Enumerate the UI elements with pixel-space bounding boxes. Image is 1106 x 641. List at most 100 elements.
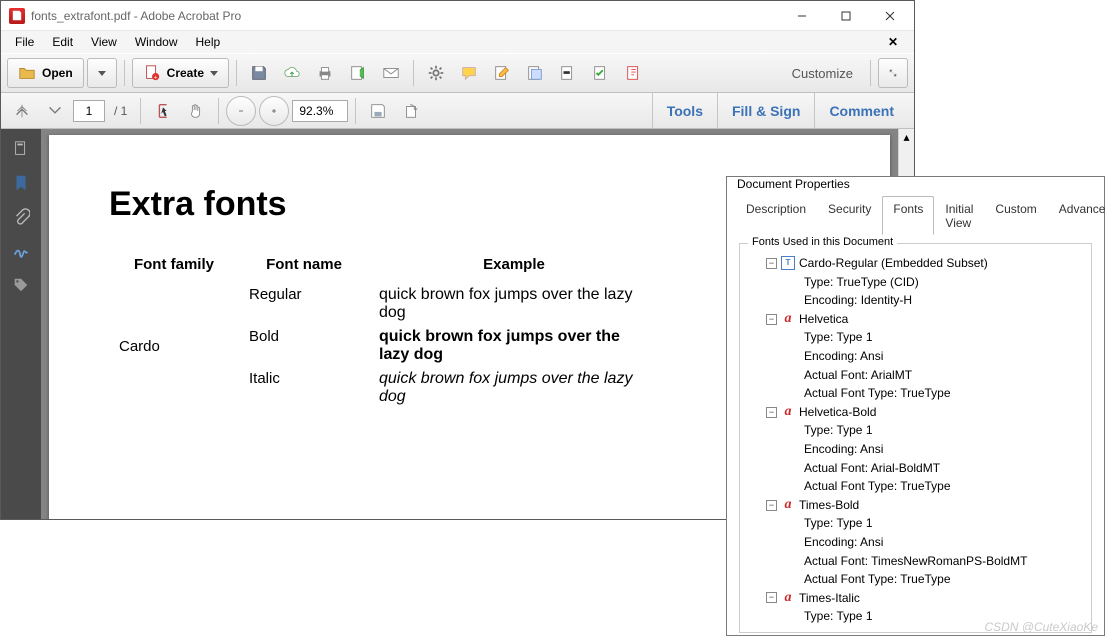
open-recent-dropdown[interactable] — [87, 58, 117, 88]
font-node[interactable]: −a Helvetica — [746, 310, 1085, 329]
save-icon[interactable] — [244, 58, 274, 88]
bookmark-icon[interactable] — [11, 173, 31, 193]
cell-example: quick brown fox jumps over the lazy dog — [369, 283, 659, 325]
font-node[interactable]: −TCardo-Regular (Embedded Subset) — [746, 254, 1085, 273]
prev-page-icon[interactable] — [7, 96, 37, 126]
share-icon[interactable] — [343, 58, 373, 88]
email-icon[interactable] — [376, 58, 406, 88]
cell-example: quick brown fox jumps over the lazy dog — [369, 325, 659, 367]
tab-description[interactable]: Description — [735, 196, 817, 235]
select-tool-icon[interactable] — [148, 96, 178, 126]
collapse-icon[interactable]: − — [766, 314, 777, 325]
cell-family: Cardo — [109, 283, 239, 409]
gear-icon[interactable] — [421, 58, 451, 88]
rotate-icon[interactable] — [396, 96, 426, 126]
font-tree[interactable]: −TCardo-Regular (Embedded Subset)Type: T… — [746, 254, 1085, 626]
organize-icon[interactable] — [520, 58, 550, 88]
window-title: fonts_extrafont.pdf - Adobe Acrobat Pro — [31, 9, 780, 23]
next-page-icon[interactable] — [40, 96, 70, 126]
save-copy-icon[interactable] — [363, 96, 393, 126]
open-label: Open — [42, 66, 73, 80]
font-name: Helvetica — [799, 310, 848, 329]
redact-icon[interactable] — [553, 58, 583, 88]
font-node[interactable]: −aTimes-Italic — [746, 589, 1085, 608]
collapse-icon[interactable]: − — [766, 407, 777, 418]
tab-fonts[interactable]: Fonts — [882, 196, 934, 235]
menu-edit[interactable]: Edit — [44, 33, 81, 51]
create-label: Create — [167, 66, 204, 80]
thumbnails-icon[interactable] — [11, 139, 31, 159]
menu-file[interactable]: File — [7, 33, 42, 51]
edit-text-icon[interactable] — [487, 58, 517, 88]
open-button[interactable]: Open — [7, 58, 84, 88]
tools-panel-button[interactable]: Tools — [652, 93, 717, 128]
zoom-out-icon[interactable] — [226, 96, 256, 126]
svg-text:+: + — [153, 74, 157, 81]
zoom-in-icon[interactable] — [259, 96, 289, 126]
nav-sidebar — [1, 129, 41, 519]
cloud-icon[interactable] — [277, 58, 307, 88]
fullscreen-icon[interactable] — [878, 58, 908, 88]
collapse-icon[interactable]: − — [766, 592, 777, 603]
font-property: Type: TrueType (CID) — [746, 273, 1085, 292]
hand-tool-icon[interactable] — [181, 96, 211, 126]
print-icon[interactable] — [310, 58, 340, 88]
toolbar-primary: Open + Create Customize — [1, 53, 914, 93]
cell-name: Regular — [239, 283, 369, 325]
create-button[interactable]: + Create — [132, 58, 229, 88]
font-node[interactable]: −a Times-Bold — [746, 496, 1085, 515]
tab-custom[interactable]: Custom — [984, 196, 1047, 235]
form-icon[interactable] — [586, 58, 616, 88]
font-property: Actual Font: TimesNewRomanPS-BoldMT — [746, 552, 1085, 571]
groupbox-legend: Fonts Used in this Document — [748, 236, 897, 248]
font-property: Actual Font Type: TrueType — [746, 477, 1085, 496]
font-type-icon: a — [781, 405, 795, 419]
toolbar-secondary: / 1 92.3% Tools Fill & Sign Comment — [1, 93, 914, 129]
watermark: CSDN @CuteXiaoKe — [984, 620, 1098, 634]
menu-window[interactable]: Window — [127, 33, 186, 51]
fill-sign-panel-button[interactable]: Fill & Sign — [717, 93, 814, 128]
tab-security[interactable]: Security — [817, 196, 882, 235]
page-number-input[interactable] — [73, 100, 105, 122]
zoom-level-select[interactable]: 92.3% — [292, 100, 348, 122]
font-node[interactable]: −a Helvetica-Bold — [746, 403, 1085, 422]
cell-name: Italic — [239, 367, 369, 409]
close-button[interactable] — [868, 2, 912, 30]
font-property: Encoding: Ansi — [746, 440, 1085, 459]
menu-view[interactable]: View — [83, 33, 125, 51]
tab-advanced[interactable]: Advanced — [1048, 196, 1106, 235]
page-total: / 1 — [114, 104, 127, 118]
close-doc-icon[interactable]: ✕ — [880, 33, 906, 51]
attachment-icon[interactable] — [11, 207, 31, 227]
menu-help[interactable]: Help — [188, 33, 229, 51]
font-table: Font family Font name Example Cardo Regu… — [109, 252, 659, 409]
th-family: Font family — [109, 252, 239, 283]
document-properties-dialog: Document Properties DescriptionSecurityF… — [726, 176, 1105, 636]
font-type-icon: a — [781, 312, 795, 326]
fonts-groupbox: Fonts Used in this Document −TCardo-Regu… — [739, 243, 1092, 633]
action-icon[interactable] — [619, 58, 649, 88]
collapse-icon[interactable]: − — [766, 500, 777, 511]
minimize-button[interactable] — [780, 2, 824, 30]
collapse-icon[interactable]: − — [766, 258, 777, 269]
font-property: Type: Type 1 — [746, 328, 1085, 347]
signatures-icon[interactable] — [11, 241, 31, 261]
font-name: Times-Bold — [799, 496, 859, 515]
font-name: Helvetica-Bold — [799, 403, 876, 422]
tab-initial-view[interactable]: Initial View — [934, 196, 984, 235]
font-type-icon: a — [781, 498, 795, 512]
menubar: File Edit View Window Help ✕ — [1, 31, 914, 53]
comment-icon[interactable] — [454, 58, 484, 88]
th-name: Font name — [239, 252, 369, 283]
comment-panel-button[interactable]: Comment — [814, 93, 908, 128]
customize-button[interactable]: Customize — [792, 66, 857, 81]
font-type-icon: T — [781, 256, 795, 270]
scroll-up-icon[interactable]: ▴ — [899, 129, 914, 145]
dialog-tabs: DescriptionSecurityFontsInitial ViewCust… — [727, 191, 1104, 235]
font-property: Encoding: Ansi — [746, 533, 1085, 552]
maximize-button[interactable] — [824, 2, 868, 30]
titlebar: fonts_extrafont.pdf - Adobe Acrobat Pro — [1, 1, 914, 31]
font-property: Actual Font Type: TrueType — [746, 384, 1085, 403]
tags-icon[interactable] — [11, 275, 31, 295]
cell-example: quick brown fox jumps over the lazy dog — [369, 367, 659, 409]
